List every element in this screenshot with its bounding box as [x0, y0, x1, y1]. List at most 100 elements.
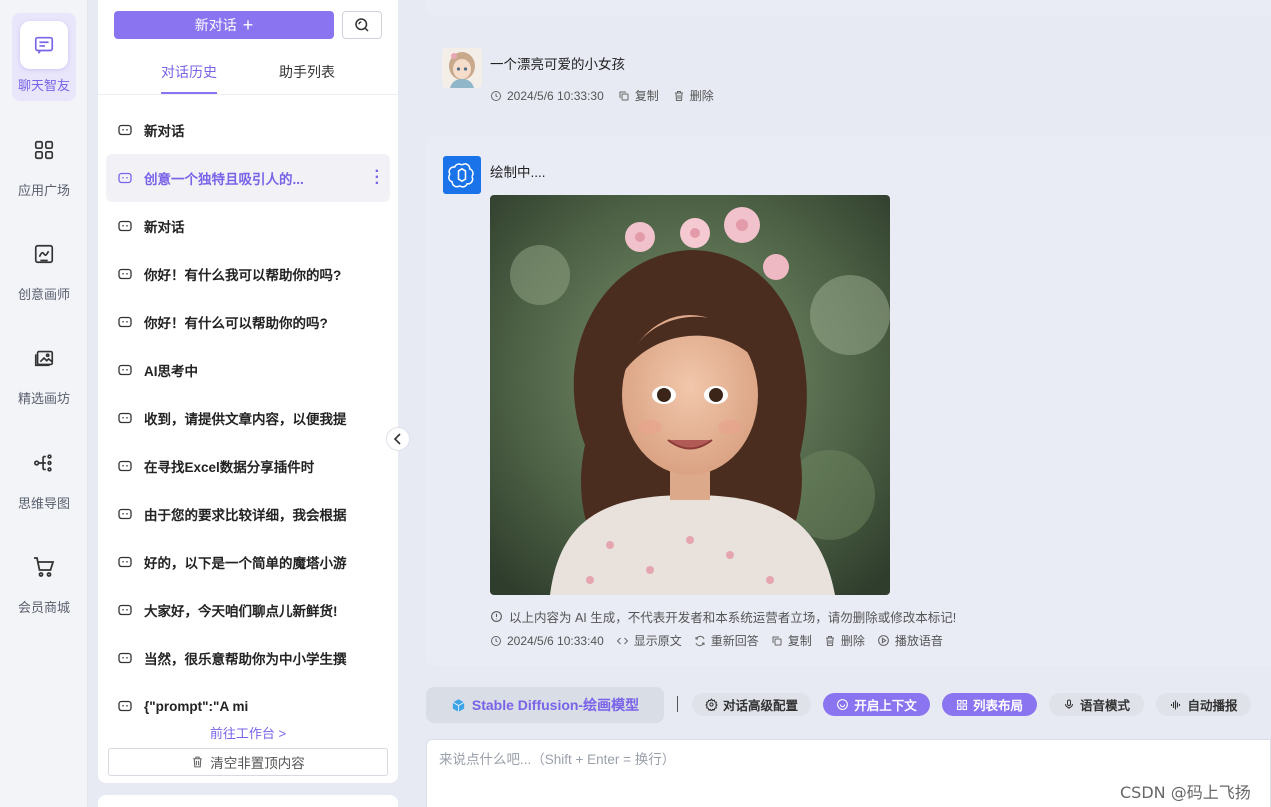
message-time: 2024/5/6 10:33:40: [490, 634, 604, 648]
panel-footer: [98, 795, 398, 807]
message-time: 2024/5/6 10:33:30: [490, 89, 604, 103]
rail-item-label: 聊天智友: [17, 78, 70, 93]
grid-icon: [20, 126, 68, 174]
history-item-title: 新对话: [144, 124, 185, 139]
rail-item-gallery[interactable]: 精选画坊: [12, 326, 76, 414]
code-icon: [616, 637, 628, 644]
rail-item-label: 精选画坊: [17, 391, 70, 406]
copy-button[interactable]: 复制: [771, 632, 812, 649]
more-options-icon[interactable]: · · ·: [375, 164, 380, 192]
history-item[interactable]: 当然，很乐意帮助你为中小学生撰: [106, 634, 390, 682]
history-item[interactable]: 由于您的要求比较详细，我会根据: [106, 490, 390, 538]
new-chat-button[interactable]: 新对话 +: [114, 11, 334, 39]
toolbar-divider: [677, 696, 678, 712]
tab-assistants[interactable]: 助手列表: [279, 62, 335, 82]
regenerate-label: 重新回答: [710, 634, 759, 648]
play-voice-button[interactable]: 播放语音: [877, 632, 943, 649]
sound-wave-icon: [1171, 700, 1181, 709]
search-icon: [355, 18, 369, 32]
cube-icon: [452, 698, 465, 712]
openai-logo-icon: [448, 163, 474, 188]
message-time-text: 2024/5/6 10:33:40: [507, 633, 604, 648]
rail-item-mindmap[interactable]: 思维导图: [12, 431, 76, 519]
model-selector[interactable]: Stable Diffusion-绘画模型: [426, 687, 664, 723]
robot-icon: [118, 124, 132, 136]
history-item[interactable]: 新对话: [106, 202, 390, 250]
history-item-title: 你好！有什么我可以帮助你的吗?: [144, 268, 342, 283]
show-original-label: 显示原文: [633, 634, 682, 648]
tab-history[interactable]: 对话历史: [161, 62, 217, 82]
clear-history-button[interactable]: 清空非置顶内容: [108, 748, 388, 776]
history-item[interactable]: 你好！有什么可以帮助你的吗?: [106, 298, 390, 346]
rail-item-chat[interactable]: 聊天智友: [12, 13, 76, 101]
history-item[interactable]: 大家好，今天咱们聊点儿新鲜货!: [106, 586, 390, 634]
plus-icon: +: [242, 15, 254, 35]
history-item[interactable]: 新对话: [106, 106, 390, 154]
gallery-icon: [20, 334, 68, 382]
history-item-title: 由于您的要求比较详细，我会根据: [144, 508, 347, 523]
goto-workbench-link[interactable]: 前往工作台 >: [98, 723, 398, 742]
trash-icon: [193, 756, 203, 768]
robot-icon: [118, 700, 132, 712]
auto-play-button[interactable]: 自动播报: [1156, 693, 1251, 716]
rail-item-label: 应用广场: [17, 183, 70, 198]
layout-toggle[interactable]: 列表布局: [942, 693, 1037, 716]
history-item-title: 在寻找Excel数据分享插件时: [144, 460, 315, 475]
auto-play-label: 自动播报: [1187, 699, 1238, 713]
history-item[interactable]: 创意一个独特且吸引人的... · · ·: [106, 154, 390, 202]
delete-label: 删除: [689, 89, 714, 103]
history-item-title: 新对话: [144, 220, 185, 235]
context-toggle[interactable]: 开启上下文: [823, 693, 930, 716]
show-original-button[interactable]: 显示原文: [616, 632, 682, 649]
history-item[interactable]: AI思考中: [106, 346, 390, 394]
refresh-icon: [695, 635, 705, 646]
generated-image[interactable]: [490, 195, 890, 595]
history-panel: 新对话 + 对话历史 助手列表 新对话 创意一个独特且吸引人的... · · · 新对话你…: [98, 0, 398, 783]
history-item[interactable]: 你好！有什么我可以帮助你的吗?: [106, 250, 390, 298]
history-item-title: 收到，请提供文章内容，以便我提: [144, 412, 347, 427]
robot-icon: [118, 220, 132, 232]
copy-button[interactable]: 复制: [618, 87, 659, 104]
layout-label: 列表布局: [972, 699, 1023, 713]
clock-icon: [491, 635, 501, 646]
drawing-board-icon: [20, 230, 68, 278]
rail-item-label: 会员商城: [17, 600, 70, 615]
search-button[interactable]: [342, 11, 382, 39]
trash-icon: [674, 90, 683, 101]
voice-mode-button[interactable]: 语音模式: [1049, 693, 1144, 716]
history-item[interactable]: 在寻找Excel数据分享插件时: [106, 442, 390, 490]
delete-label: 删除: [840, 634, 865, 648]
robot-icon: [118, 316, 132, 328]
regenerate-button[interactable]: 重新回答: [694, 632, 759, 649]
play-voice-label: 播放语音: [894, 634, 943, 648]
context-label: 开启上下文: [854, 699, 917, 713]
robot-icon: [118, 364, 132, 376]
rail-item-label: 创意画师: [17, 287, 70, 302]
robot-icon: [118, 604, 132, 616]
user-message-meta: 2024/5/6 10:33:30 复制 删除: [490, 87, 714, 104]
rail-item-label: 思维导图: [17, 496, 70, 511]
voice-mode-label: 语音模式: [1079, 699, 1130, 713]
copy-icon: [772, 636, 782, 645]
user-message: 一个漂亮可爱的小女孩 2024/5/6 10:33:30 复制 删除: [426, 30, 1271, 120]
delete-button[interactable]: 删除: [824, 632, 865, 649]
history-list: 新对话 创意一个独特且吸引人的... · · · 新对话 你好！有什么我可以帮助你的吗? 你好…: [106, 106, 390, 730]
rail-item-creative-painter[interactable]: 创意画师: [12, 222, 76, 310]
collapse-panel-button[interactable]: [386, 427, 410, 451]
robot-icon: [118, 556, 132, 568]
disclaimer-text: 以上内容为 AI 生成，不代表开发者和本系统运营者立场，请勿删除或修改本标记!: [509, 611, 957, 625]
mindmap-icon: [20, 439, 68, 487]
ai-message-meta: 2024/5/6 10:33:40 显示原文 重新回答 复制 删除 播放语音: [490, 632, 943, 649]
rail-item-apps[interactable]: 应用广场: [12, 118, 76, 206]
history-tabs: 对话历史 助手列表: [98, 52, 398, 95]
rail-item-shop[interactable]: 会员商城: [12, 535, 76, 623]
delete-button[interactable]: 删除: [673, 87, 714, 104]
cart-icon: [20, 543, 68, 591]
history-item-title: 当然，很乐意帮助你为中小学生撰: [144, 652, 347, 667]
advanced-config-button[interactable]: 对话高级配置: [692, 693, 811, 716]
ai-disclaimer: 以上内容为 AI 生成，不代表开发者和本系统运营者立场，请勿删除或修改本标记!: [490, 607, 956, 626]
history-item[interactable]: 好的，以下是一个简单的魔塔小游: [106, 538, 390, 586]
history-item-title: 你好！有什么可以帮助你的吗?: [144, 316, 328, 331]
history-item[interactable]: 收到，请提供文章内容，以便我提: [106, 394, 390, 442]
message-time-text: 2024/5/6 10:33:30: [507, 88, 604, 103]
